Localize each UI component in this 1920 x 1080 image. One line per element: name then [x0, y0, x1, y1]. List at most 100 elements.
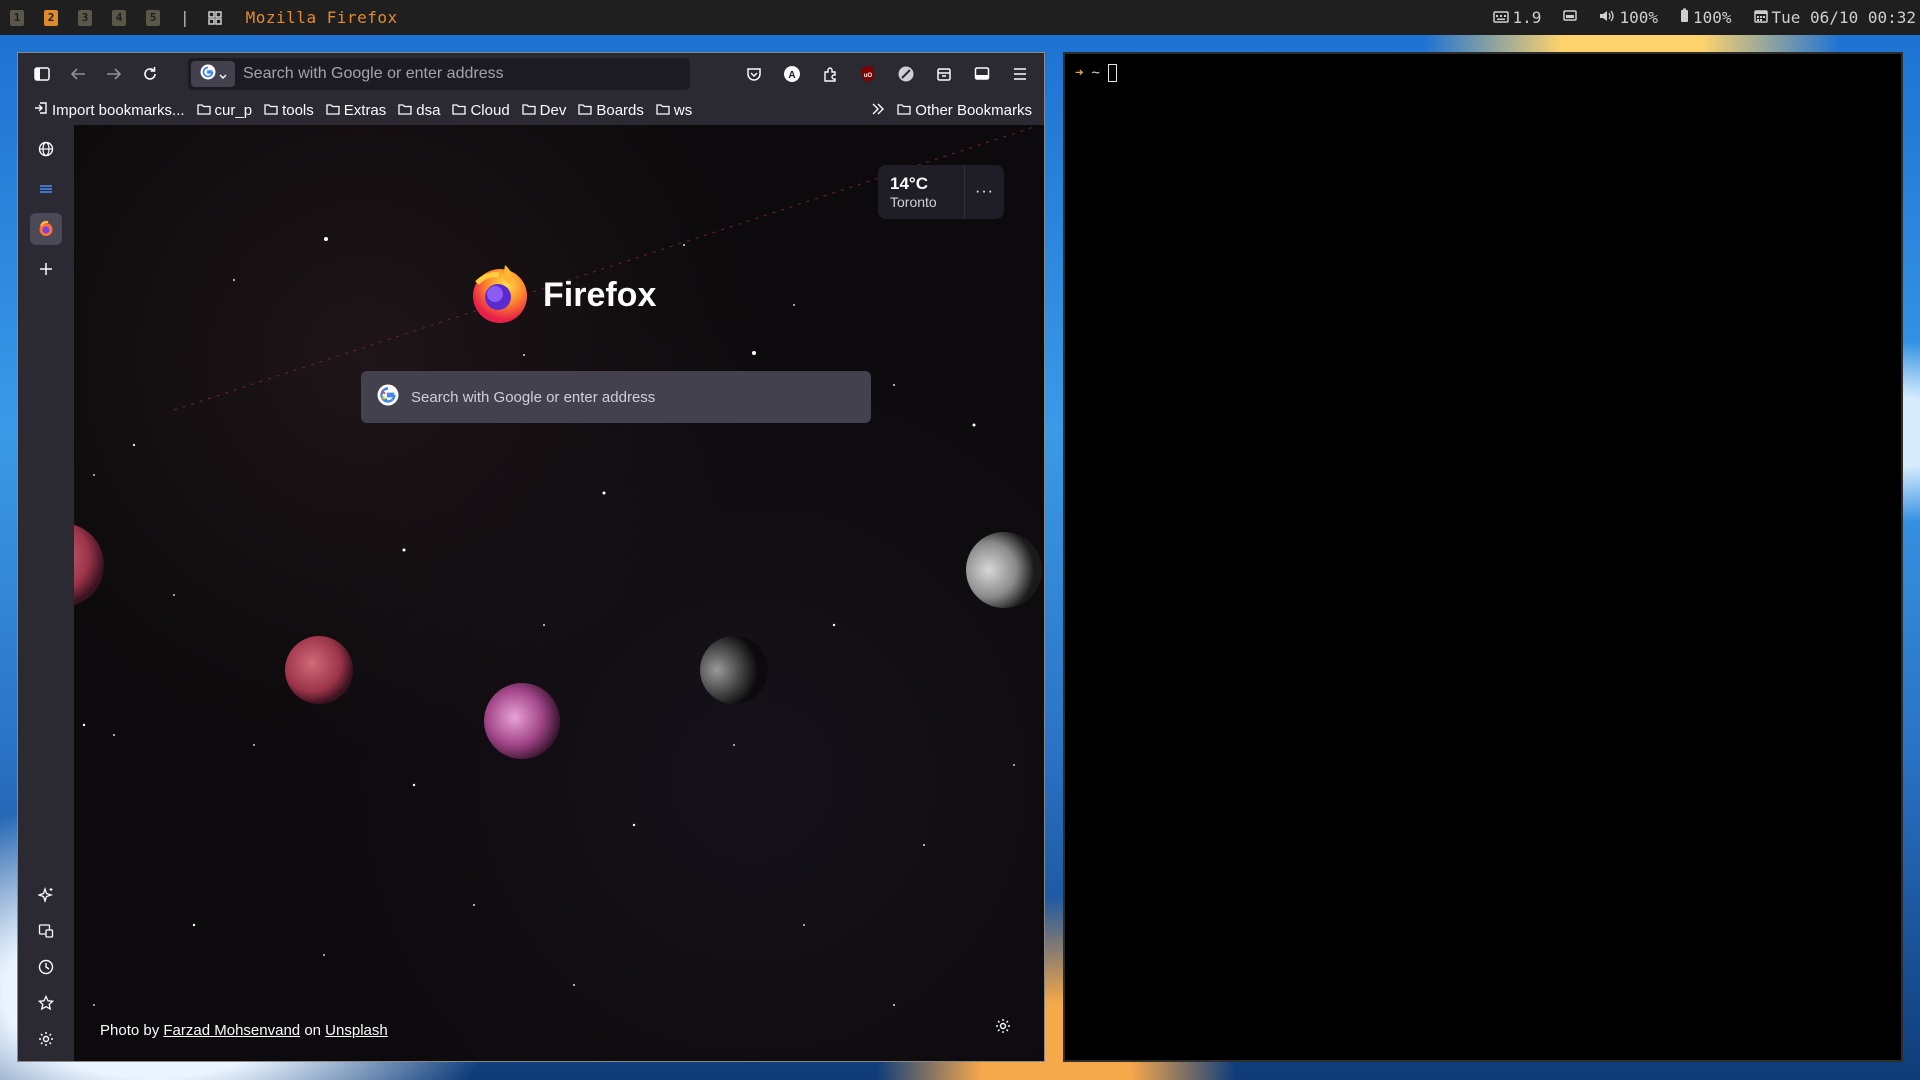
folder-icon	[656, 102, 670, 119]
firefox-logo-icon	[469, 261, 531, 329]
bookmark-folder[interactable]: Extras	[320, 98, 393, 122]
more-options-icon[interactable]: ···	[964, 165, 1004, 219]
bookmark-folder[interactable]: Cloud	[446, 98, 515, 122]
folder-icon	[196, 102, 211, 119]
bookmark-folder-label: Cloud	[470, 101, 510, 119]
layout-grid-icon[interactable]	[200, 10, 230, 25]
weather-temperature: 14°C	[890, 174, 928, 193]
unsplash-link[interactable]: Unsplash	[325, 1022, 388, 1039]
workspace-2[interactable]: 2	[34, 0, 68, 35]
workspace-label: 3	[78, 9, 92, 26]
container-icon[interactable]	[926, 58, 962, 90]
terminal-cursor	[1107, 64, 1117, 82]
workspace-3[interactable]: 3	[68, 0, 102, 35]
tab-list-icon[interactable]	[30, 173, 62, 205]
hamburger-menu-icon[interactable]	[1002, 58, 1038, 90]
bookmark-folder-label: ws	[673, 101, 693, 119]
new-tab-page: 14°C Toronto ··· Firefox Search with Goo…	[74, 125, 1044, 1061]
folder-icon	[264, 102, 278, 119]
folder-icon	[398, 102, 412, 119]
search-engine-button[interactable]	[191, 61, 235, 87]
bookmark-folder[interactable]: cur_p	[191, 98, 259, 122]
prompt-arrow: ➜	[1075, 65, 1084, 81]
workspace-label: 5	[146, 9, 160, 26]
bookmarks-star-icon[interactable]	[30, 987, 62, 1019]
vertical-sidebar	[18, 125, 74, 1061]
chevron-down-icon	[219, 65, 227, 84]
volume-indicator[interactable]: 100%	[1599, 8, 1658, 27]
newtab-search-placeholder: Search with Google or enter address	[411, 388, 656, 406]
bookmark-folder-label: cur_p	[214, 101, 253, 119]
extensions-icon[interactable]	[812, 58, 848, 90]
sidebar-settings-icon[interactable]	[30, 1023, 62, 1055]
workspace-1[interactable]: 1	[0, 0, 34, 35]
firefox-window: Search with Google or enter address A uO	[17, 52, 1045, 1062]
bookmark-folder[interactable]: Boards	[572, 98, 650, 122]
globe-icon[interactable]	[30, 133, 62, 165]
folder-icon	[897, 102, 911, 119]
shell-prompt: ➜ ~	[1075, 64, 1117, 82]
url-bar-placeholder: Search with Google or enter address	[243, 65, 504, 82]
workspace-label: 2	[44, 9, 58, 26]
history-icon[interactable]	[30, 951, 62, 983]
clock[interactable]: Tue 06/10 00:32	[1753, 8, 1917, 27]
workspace-separator: |	[180, 8, 190, 27]
reload-icon[interactable]	[132, 58, 168, 90]
dark-reader-icon[interactable]	[888, 58, 924, 90]
workspace-4[interactable]: 4	[102, 0, 136, 35]
other-bookmarks-label: Other Bookmarks	[915, 101, 1032, 119]
reader-view-icon[interactable]	[964, 58, 1000, 90]
add-icon[interactable]	[30, 253, 62, 285]
import-bookmarks-button[interactable]: Import bookmarks...	[28, 98, 191, 122]
sidebar-toggle-icon[interactable]	[24, 58, 60, 90]
weather-widget[interactable]: 14°C Toronto ···	[878, 165, 1004, 219]
credit-middle: on	[304, 1022, 321, 1039]
chevrons-right-icon	[871, 102, 885, 119]
battery-value: 100%	[1692, 8, 1732, 27]
google-icon	[377, 384, 399, 410]
datetime-value: Tue 06/10 00:32	[1771, 8, 1917, 27]
forward-icon[interactable]	[96, 58, 132, 90]
bookmark-folder[interactable]: tools	[258, 98, 320, 122]
bookmark-folder-label: Boards	[596, 101, 644, 119]
newtab-settings-icon[interactable]	[992, 1015, 1014, 1037]
terminal-window[interactable]: ➜ ~	[1063, 52, 1903, 1062]
workspace-label: 4	[112, 9, 126, 26]
calendar-icon	[1753, 8, 1768, 27]
bookmark-folder[interactable]: ws	[650, 98, 698, 122]
back-icon[interactable]	[60, 58, 96, 90]
firefox-brand: Firefox	[469, 261, 656, 329]
workspace-label: 1	[10, 9, 24, 26]
photographer-link[interactable]: Farzad Mohsenvand	[163, 1022, 300, 1039]
battery-indicator: 100%	[1680, 8, 1732, 27]
pocket-icon[interactable]	[736, 58, 772, 90]
account-avatar-icon[interactable]: A	[774, 58, 810, 90]
ublock-origin-icon[interactable]: uO	[850, 58, 886, 90]
folder-icon	[452, 102, 467, 119]
folder-icon	[522, 102, 536, 119]
credit-prefix: Photo by	[100, 1022, 160, 1039]
battery-icon	[1680, 8, 1689, 27]
bookmark-folder[interactable]: dsa	[392, 98, 446, 122]
import-icon	[34, 101, 48, 119]
bookmark-folder-label: tools	[282, 101, 314, 119]
other-bookmarks-folder[interactable]: Other Bookmarks	[891, 98, 1038, 122]
bookmark-folder-label: Extras	[343, 101, 387, 119]
cpu-load-indicator: 1.9	[1492, 8, 1541, 27]
ai-sparkle-icon[interactable]	[30, 879, 62, 911]
google-icon	[200, 64, 216, 84]
newtab-search-box[interactable]: Search with Google or enter address	[361, 371, 871, 423]
volume-value: 100%	[1619, 8, 1658, 27]
photo-credit: Photo by Farzad Mohsenvand on Unsplash	[100, 1022, 388, 1039]
firefox-tab-icon[interactable]	[30, 213, 62, 245]
folder-icon	[326, 102, 340, 119]
synced-tabs-icon[interactable]	[30, 915, 62, 947]
bookmarks-overflow-button[interactable]	[865, 98, 891, 122]
workspace-5[interactable]: 5	[136, 0, 170, 35]
url-bar[interactable]: Search with Google or enter address	[188, 58, 690, 90]
folder-icon	[578, 102, 593, 119]
bookmark-folder[interactable]: Dev	[516, 98, 573, 122]
svg-text:uO: uO	[864, 73, 873, 79]
prompt-cwd: ~	[1091, 65, 1100, 81]
firefox-wordmark: Firefox	[543, 275, 657, 314]
